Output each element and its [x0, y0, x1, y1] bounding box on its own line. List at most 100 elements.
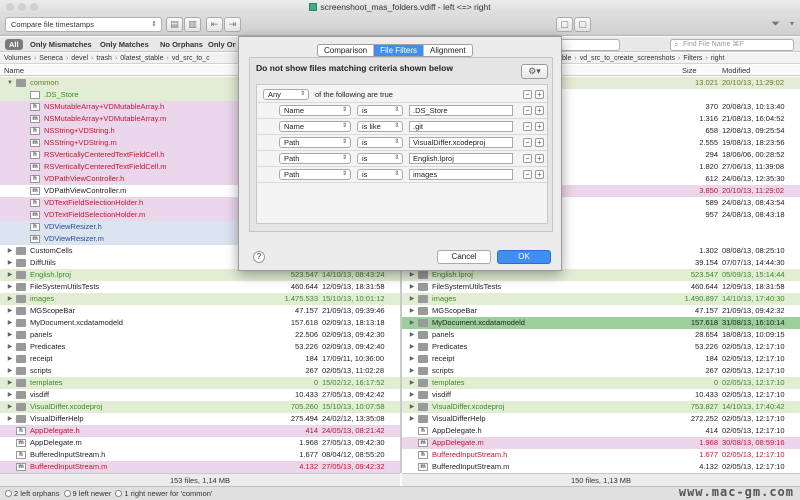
tab-comparison[interactable]: Comparison [318, 45, 375, 56]
rule-field-select[interactable]: Path ⇕ [279, 169, 351, 180]
breadcrumb-item[interactable]: trash [96, 55, 112, 62]
search-field-partial[interactable] [560, 39, 620, 51]
collapse-button[interactable]: ▢ [574, 17, 591, 32]
tab-alignment[interactable]: Alignment [424, 45, 472, 56]
cancel-button[interactable]: Cancel [437, 250, 491, 264]
disclosure-closed-icon[interactable]: ▶ [408, 281, 416, 293]
disclosure-closed-icon[interactable]: ▶ [408, 401, 416, 413]
rule-value-input[interactable]: VisualDiffer.xcodeproj [409, 137, 513, 148]
rule-field-select[interactable]: Name ⇕ [279, 121, 351, 132]
copy-left-button[interactable]: ⇤ [206, 17, 223, 32]
folder-row[interactable]: ▶ Predicates 53.226 02/05/13, 12:17:10 [402, 341, 800, 353]
help-button[interactable]: ? [253, 251, 265, 263]
disclosure-closed-icon[interactable]: ▶ [408, 317, 416, 329]
file-row[interactable]: h AppDelegate.h 414 24/05/13, 08:21:42 [0, 425, 400, 437]
file-row[interactable]: m AppDelegate.m 1.968 27/05/13, 09:42:30 [0, 437, 400, 449]
disclosure-closed-icon[interactable]: ▶ [6, 389, 14, 401]
folder-row[interactable]: ▶ MyDocument.xcdatamodeld 157.618 02/09/13,… [0, 317, 400, 329]
match-any-select[interactable]: Any ⇕ [263, 89, 309, 100]
add-rule-button[interactable]: + [535, 106, 544, 115]
add-rule-button[interactable]: + [535, 170, 544, 179]
folder-row[interactable]: ▶ FileSystemUtilsTests 460.644 12/09/13, 18… [402, 281, 800, 293]
add-rule-button[interactable]: + [535, 154, 544, 163]
disclosure-closed-icon[interactable]: ▶ [408, 329, 416, 341]
rule-operator-select[interactable]: is ⇕ [357, 153, 403, 164]
disclosure-closed-icon[interactable]: ▶ [6, 281, 14, 293]
rule-operator-select[interactable]: is like ⇕ [357, 121, 403, 132]
file-row[interactable]: h BufferedInputStream.h 1.677 08/04/12, 08:… [0, 449, 400, 461]
folder-row[interactable]: ▶ templates 0 15/02/12, 16:17:52 [0, 377, 400, 389]
folder-row[interactable]: ▶ panels 28.654 18/08/13, 10:09:15 [402, 329, 800, 341]
rule-value-input[interactable]: .git [409, 121, 513, 132]
disclosure-closed-icon[interactable]: ▶ [6, 413, 14, 425]
add-rule-button[interactable]: + [535, 90, 544, 99]
disclosure-closed-icon[interactable]: ▶ [6, 245, 14, 257]
remove-rule-button[interactable]: − [523, 154, 532, 163]
split-button[interactable]: ▥ [184, 17, 201, 32]
rule-operator-select[interactable]: is ⇕ [357, 137, 403, 148]
breadcrumb-item[interactable]: Volumes [4, 55, 31, 62]
folder-row[interactable]: ▶ visdiff 10.433 27/05/13, 09:42:42 [0, 389, 400, 401]
disclosure-closed-icon[interactable]: ▶ [408, 365, 416, 377]
breadcrumb-item[interactable]: ble [562, 55, 571, 62]
rule-operator-select[interactable]: is ⇕ [357, 105, 403, 116]
folder-row[interactable]: ▶ MyDocument.xcdatamodeld 157.618 31/08/13,… [402, 317, 800, 329]
breadcrumb-item[interactable]: Seneca [39, 55, 63, 62]
disclosure-closed-icon[interactable]: ▶ [408, 341, 416, 353]
file-row[interactable]: h AppDelegate.h 414 02/05/13, 12:17:10 [402, 425, 800, 437]
file-row[interactable]: m BufferedInputStream.m 4.132 27/05/13, 09:… [0, 461, 400, 473]
remove-rule-button[interactable]: − [523, 170, 532, 179]
find-file-input[interactable]: ⌕ Find File Name ⌘F [670, 39, 794, 51]
expand-button[interactable]: ▢ [556, 17, 573, 32]
folder-row[interactable]: ▶ VisualDiffer.xcodeproj 753.827 14/10/13, … [402, 401, 800, 413]
file-row[interactable]: h BufferedInputStream.h 1.677 02/05/13, 12:… [402, 449, 800, 461]
disclosure-closed-icon[interactable]: ▶ [6, 317, 14, 329]
zoom-window-button[interactable] [30, 3, 38, 11]
disclosure-closed-icon[interactable]: ▶ [6, 293, 14, 305]
breadcrumb-item[interactable]: vd_src_to_c [172, 55, 210, 62]
disclosure-closed-icon[interactable]: ▶ [408, 389, 416, 401]
ok-button[interactable]: OK [497, 250, 551, 264]
disclosure-closed-icon[interactable]: ▶ [6, 305, 14, 317]
folder-row[interactable]: ▶ VisualDifferHelp 275.494 24/02/12, 13:35:… [0, 413, 400, 425]
compare-mode-select[interactable]: Compare file timestamps ⇕ [5, 17, 162, 32]
sync-button[interactable]: ▤ [166, 17, 183, 32]
remove-rule-button[interactable]: − [523, 122, 532, 131]
folder-row[interactable]: ▶ MGScopeBar 47.157 21/09/13, 09:42:32 [402, 305, 800, 317]
disclosure-closed-icon[interactable]: ▶ [6, 269, 14, 281]
remove-rule-button[interactable]: − [523, 90, 532, 99]
rule-field-select[interactable]: Path ⇕ [279, 137, 351, 148]
folder-row[interactable]: ▶ images 1.475.533 15/10/13, 10:01:12 [0, 293, 400, 305]
disclosure-closed-icon[interactable]: ▶ [408, 305, 416, 317]
disclosure-closed-icon[interactable]: ▶ [408, 413, 416, 425]
disclosure-closed-icon[interactable]: ▶ [6, 257, 14, 269]
remove-rule-button[interactable]: − [523, 106, 532, 115]
rule-value-input[interactable]: images [409, 169, 513, 180]
disclosure-closed-icon[interactable]: ▶ [408, 293, 416, 305]
folder-row[interactable]: ▶ receipt 184 02/05/13, 12:17:10 [402, 353, 800, 365]
folder-row[interactable]: ▶ FileSystemUtilsTests 460.644 12/09/13, 18… [0, 281, 400, 293]
filter-all[interactable]: All [5, 39, 23, 50]
filter-no-orphans[interactable]: No Orphans [156, 39, 207, 50]
disclosure-closed-icon[interactable]: ▶ [6, 401, 14, 413]
rule-operator-select[interactable]: is ⇕ [357, 169, 403, 180]
folder-row[interactable]: ▶ panels 22.506 02/09/13, 09:42:30 [0, 329, 400, 341]
gear-menu-button[interactable]: ⚙▾ [521, 64, 548, 79]
rule-field-select[interactable]: Name ⇕ [279, 105, 351, 116]
size-column-header[interactable]: Size [682, 65, 697, 76]
folder-row[interactable]: ▶ images 1.490.897 14/10/13, 17:40:30 [402, 293, 800, 305]
disclosure-open-icon[interactable]: ▼ [6, 77, 14, 89]
modified-column-header[interactable]: Modified [722, 65, 750, 76]
rule-field-select[interactable]: Path ⇕ [279, 153, 351, 164]
breadcrumb-item[interactable]: 0latest_stable [120, 55, 163, 62]
copy-right-button[interactable]: ⇥ [224, 17, 241, 32]
folder-row[interactable]: ▶ VisualDiffer.xcodeproj 705.260 15/10/13, … [0, 401, 400, 413]
folder-row[interactable]: ▶ scripts 267 02/05/13, 12:17:10 [402, 365, 800, 377]
filter-only-matches[interactable]: Only Matches [96, 39, 153, 50]
filter-only-orphans[interactable]: Only Or [204, 39, 240, 50]
rule-value-input[interactable]: .DS_Store [409, 105, 513, 116]
folder-row[interactable]: ▶ receipt 184 17/09/11, 10:36:00 [0, 353, 400, 365]
folder-row[interactable]: ▶ MGScopeBar 47.157 21/09/13, 09:39:46 [0, 305, 400, 317]
name-column-header[interactable]: Name [4, 65, 24, 76]
disclosure-closed-icon[interactable]: ▶ [408, 353, 416, 365]
